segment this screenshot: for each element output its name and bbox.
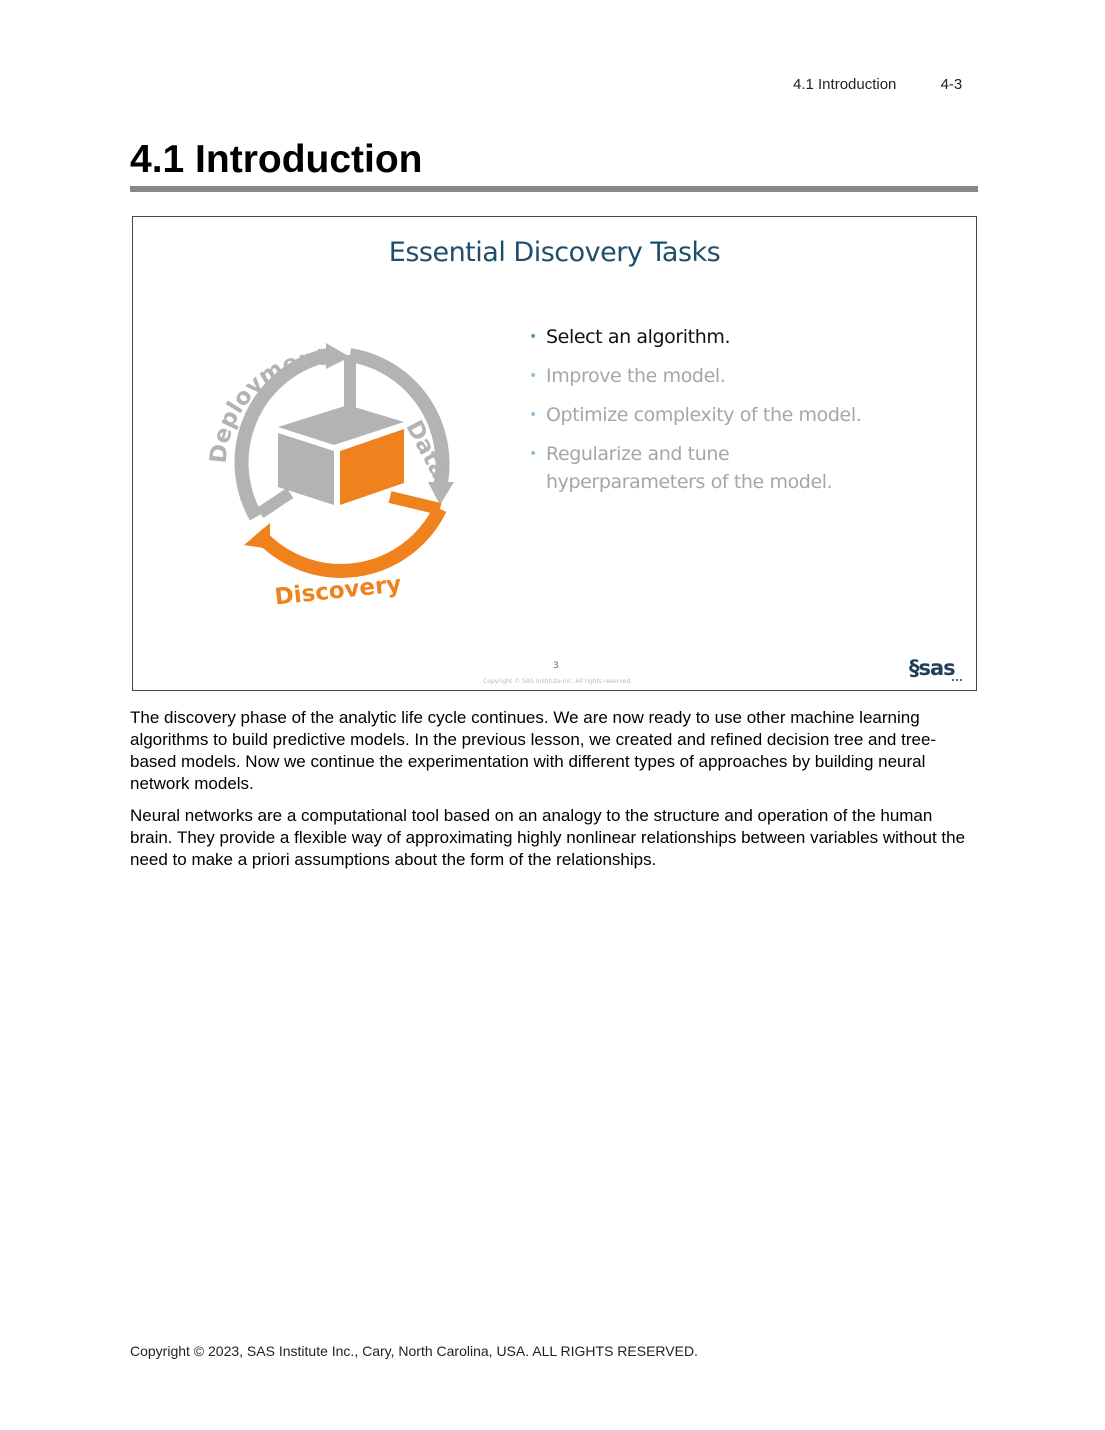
heading-rule — [130, 186, 978, 192]
deployment-spoke — [256, 488, 294, 518]
body-paragraph: The discovery phase of the analytic life… — [130, 708, 937, 793]
running-header-page-number: 4-3 — [940, 76, 963, 93]
task-list-item-text: Select an algorithm. — [546, 326, 731, 348]
task-list-item-text: Regularize and tune hyperparameters of t… — [546, 443, 833, 493]
discovery-spoke — [388, 491, 442, 515]
slide-figure: Essential Discovery Tasks Deployment Dat… — [132, 216, 977, 691]
bullet-icon: • — [529, 329, 537, 345]
body-paragraph: Neural networks are a computational tool… — [130, 806, 966, 869]
slide-copyright: Copyright © SAS Institute Inc. All right… — [483, 678, 633, 685]
bullet-icon: • — [529, 368, 537, 384]
page-footer: Copyright © 2023, SAS Institute Inc., Ca… — [130, 1343, 698, 1359]
discovery-arc — [252, 505, 447, 578]
bullet-icon: • — [529, 446, 537, 462]
running-header: 4.1 Introduction 4-3 — [793, 76, 962, 93]
discovery-label: Discovery — [273, 571, 402, 610]
analytics-life-cycle-diagram: Deployment Data Discovery — [206, 343, 454, 611]
running-header-section: 4.1 Introduction — [793, 76, 897, 93]
task-list-item: • Improve the model. — [526, 362, 886, 390]
task-list-item-text: Optimize complexity of the model. — [546, 404, 862, 426]
task-list-item-text: Improve the model. — [546, 365, 726, 387]
slide-number: 3 — [553, 661, 559, 671]
sas-logo: §sas — [909, 656, 962, 681]
slide-title: Essential Discovery Tasks — [388, 237, 721, 268]
page-title: 4.1 Introduction — [130, 138, 423, 181]
discovery-arrowhead — [244, 523, 270, 549]
task-list-item: • Regularize and tune hyperparameters of … — [526, 440, 886, 496]
task-list-item: • Optimize complexity of the model. — [526, 401, 886, 429]
bullet-icon: • — [529, 407, 537, 423]
task-list-item: • Select an algorithm. — [526, 323, 886, 351]
svg-text:§sas: §sas — [909, 656, 955, 680]
body-text: The discovery phase of the analytic life… — [130, 707, 970, 881]
task-list: • Select an algorithm. • Improve the model.… — [526, 323, 886, 507]
